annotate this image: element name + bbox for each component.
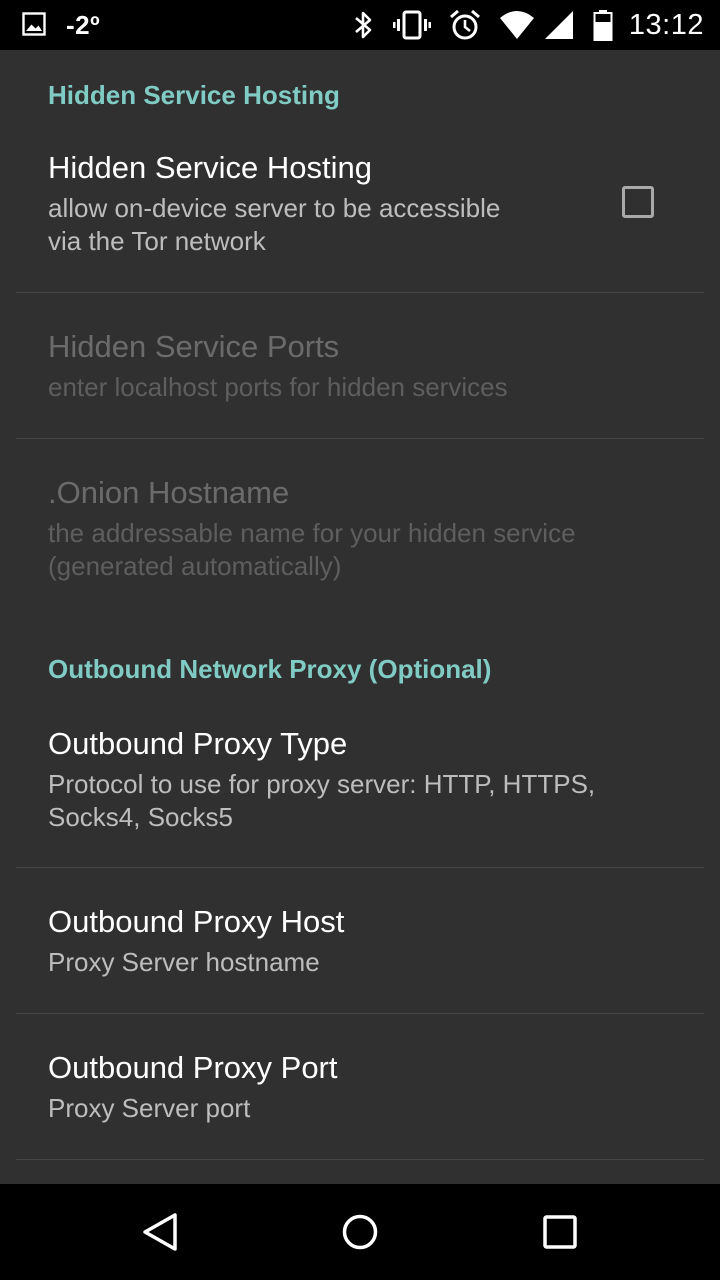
pref-summary: the addressable name for your hidden ser… bbox=[48, 518, 576, 581]
pref-summary: enter localhost ports for hidden service… bbox=[48, 372, 508, 402]
back-icon[interactable] bbox=[136, 1208, 184, 1256]
category-outbound-proxy: Outbound Network Proxy (Optional) bbox=[48, 654, 492, 684]
wifi-icon bbox=[499, 8, 535, 42]
clock-text: 13:12 bbox=[628, 8, 704, 41]
pref-title: Outbound Proxy Host bbox=[48, 904, 345, 939]
pref-title: Hidden Service Ports bbox=[48, 329, 340, 364]
bluetooth-icon bbox=[353, 8, 375, 42]
pref-title: Outbound Proxy Port bbox=[48, 1050, 338, 1085]
home-icon[interactable] bbox=[336, 1208, 384, 1256]
pref-title: Outbound Proxy Type bbox=[48, 726, 348, 761]
pref-hidden-service-ports[interactable]: Hidden Service Ports enter localhost por… bbox=[0, 293, 720, 438]
cell-signal-icon bbox=[543, 8, 575, 42]
image-notification-icon bbox=[22, 12, 46, 38]
pref-hidden-service-hosting[interactable]: Hidden Service Hosting allow on-device s… bbox=[0, 134, 720, 292]
pref-outbound-proxy-type[interactable]: Outbound Proxy Type Protocol to use for … bbox=[0, 706, 720, 866]
pref-outbound-proxy-port[interactable]: Outbound Proxy Port Proxy Server port bbox=[0, 1014, 720, 1158]
temperature-text: -2º bbox=[66, 9, 101, 40]
pref-onion-hostname[interactable]: .Onion Hostname the addressable name for… bbox=[0, 439, 720, 609]
pref-outbound-proxy-host[interactable]: Outbound Proxy Host Proxy Server hostnam… bbox=[0, 868, 720, 1012]
pref-summary: allow on-device server to be accessible … bbox=[48, 193, 501, 256]
preferences-list: Hidden Service Hosting Hidden Service Ho… bbox=[0, 50, 720, 1184]
pref-summary: Protocol to use for proxy server: HTTP, … bbox=[48, 769, 596, 832]
vibrate-icon bbox=[392, 8, 431, 42]
settings-screen: -2º 13:12 Hidden Service Hosting Hidden … bbox=[0, 0, 720, 1280]
status-bar: -2º 13:12 bbox=[0, 0, 720, 50]
pref-summary: Proxy Server port bbox=[48, 1093, 251, 1123]
pref-title: .Onion Hostname bbox=[48, 475, 290, 510]
divider bbox=[16, 1159, 704, 1160]
pref-summary: Proxy Server hostname bbox=[48, 947, 320, 977]
recents-icon[interactable] bbox=[536, 1208, 584, 1256]
category-hidden-service: Hidden Service Hosting bbox=[48, 80, 340, 110]
pref-title: Hidden Service Hosting bbox=[48, 150, 372, 185]
hidden-service-checkbox[interactable] bbox=[622, 186, 654, 218]
battery-icon bbox=[593, 8, 613, 42]
alarm-icon bbox=[449, 8, 481, 42]
navigation-bar bbox=[0, 1184, 720, 1280]
